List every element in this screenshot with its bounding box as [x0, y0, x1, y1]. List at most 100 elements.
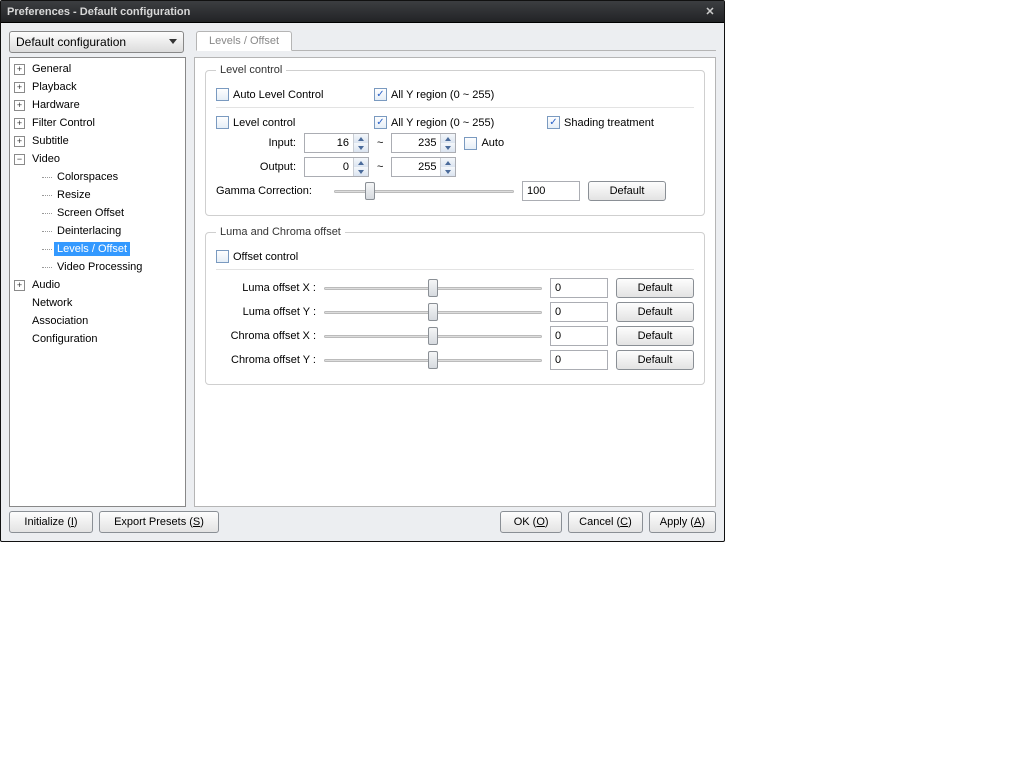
checkbox-icon — [464, 137, 477, 150]
tree-item-deinterlacing[interactable]: Deinterlacing — [10, 222, 185, 240]
checkbox-icon: ✓ — [374, 88, 387, 101]
luma-x-default-button[interactable]: Default — [616, 278, 694, 298]
offset-control-checkbox[interactable]: Offset control — [216, 250, 298, 263]
collapse-icon[interactable]: − — [14, 154, 25, 165]
close-icon[interactable]: ✕ — [702, 4, 718, 20]
chroma-y-slider[interactable] — [324, 351, 542, 369]
tree-item-video[interactable]: −Video — [10, 150, 185, 168]
spin-up-icon[interactable] — [354, 134, 368, 143]
luma-x-label: Luma offset X : — [216, 282, 316, 294]
tab-levels-offset[interactable]: Levels / Offset — [196, 31, 292, 51]
level-control-legend: Level control — [216, 64, 286, 76]
luma-y-default-button[interactable]: Default — [616, 302, 694, 322]
input-low-spinner[interactable] — [304, 133, 369, 153]
expand-icon[interactable]: + — [14, 280, 25, 291]
range-tilde: ~ — [377, 161, 383, 173]
luma-chroma-group: Luma and Chroma offset Offset control Lu… — [205, 226, 705, 385]
preset-dropdown-label: Default configuration — [16, 35, 126, 49]
tree-item-filter-control[interactable]: +Filter Control — [10, 114, 185, 132]
tabbar: Levels / Offset — [196, 31, 716, 51]
auto-level-checkbox[interactable]: Auto Level Control — [216, 88, 366, 101]
export-presets-button[interactable]: Export Presets (S) — [99, 511, 219, 533]
tree-item-audio[interactable]: +Audio — [10, 276, 185, 294]
tree-item-network[interactable]: Network — [10, 294, 185, 312]
luma-x-field[interactable] — [550, 278, 608, 298]
chroma-y-label: Chroma offset Y : — [216, 354, 316, 366]
expand-icon[interactable]: + — [14, 118, 25, 129]
auto-checkbox[interactable]: Auto — [464, 137, 504, 150]
tree-item-configuration[interactable]: Configuration — [10, 330, 185, 348]
output-high-spinner[interactable] — [391, 157, 456, 177]
tree-item-general[interactable]: +General — [10, 60, 185, 78]
chroma-x-field[interactable] — [550, 326, 608, 346]
expand-icon[interactable]: + — [14, 64, 25, 75]
expand-icon[interactable]: + — [14, 100, 25, 111]
input-low-field[interactable] — [305, 134, 353, 152]
output-low-field[interactable] — [305, 158, 353, 176]
input-label: Input: — [216, 137, 296, 149]
gamma-value-field[interactable] — [522, 181, 580, 201]
chroma-y-default-button[interactable]: Default — [616, 350, 694, 370]
chevron-down-icon — [169, 39, 177, 44]
output-label: Output: — [216, 161, 296, 173]
luma-x-slider[interactable] — [324, 279, 542, 297]
input-high-field[interactable] — [392, 134, 440, 152]
preferences-window: Preferences - Default configuration ✕ De… — [0, 0, 725, 542]
gamma-slider[interactable] — [334, 182, 514, 200]
tree-item-video-processing[interactable]: Video Processing — [10, 258, 185, 276]
spin-up-icon[interactable] — [354, 158, 368, 167]
all-y-region-checkbox-2[interactable]: ✓ All Y region (0 ~ 255) — [374, 116, 539, 129]
apply-button[interactable]: Apply (A) — [649, 511, 716, 533]
shading-treatment-checkbox[interactable]: ✓ Shading treatment — [547, 116, 654, 129]
spin-up-icon[interactable] — [441, 158, 455, 167]
range-tilde: ~ — [377, 137, 383, 149]
level-control-group: Level control Auto Level Control ✓ All Y… — [205, 64, 705, 216]
checkbox-icon — [216, 250, 229, 263]
cancel-button[interactable]: Cancel (C) — [568, 511, 643, 533]
tree-item-screen-offset[interactable]: Screen Offset — [10, 204, 185, 222]
spin-down-icon[interactable] — [441, 167, 455, 176]
initialize-button[interactable]: Initialize (I) — [9, 511, 93, 533]
spin-up-icon[interactable] — [441, 134, 455, 143]
checkbox-icon — [216, 116, 229, 129]
tree-item-hardware[interactable]: +Hardware — [10, 96, 185, 114]
content-area: Default configuration Levels / Offset +G… — [1, 23, 724, 541]
tab-label: Levels / Offset — [209, 35, 279, 47]
tree-item-subtitle[interactable]: +Subtitle — [10, 132, 185, 150]
level-control-checkbox[interactable]: Level control — [216, 116, 366, 129]
tree-item-resize[interactable]: Resize — [10, 186, 185, 204]
titlebar[interactable]: Preferences - Default configuration ✕ — [1, 1, 724, 23]
spin-down-icon[interactable] — [354, 167, 368, 176]
checkbox-icon: ✓ — [547, 116, 560, 129]
input-high-spinner[interactable] — [391, 133, 456, 153]
luma-y-slider[interactable] — [324, 303, 542, 321]
tree-item-association[interactable]: Association — [10, 312, 185, 330]
divider — [216, 107, 694, 108]
chroma-y-field[interactable] — [550, 350, 608, 370]
ok-button[interactable]: OK (O) — [500, 511, 562, 533]
output-high-field[interactable] — [392, 158, 440, 176]
bottom-button-bar: Initialize (I) Export Presets (S) OK (O)… — [9, 507, 716, 533]
tree-item-playback[interactable]: +Playback — [10, 78, 185, 96]
chroma-x-label: Chroma offset X : — [216, 330, 316, 342]
checkbox-icon: ✓ — [374, 116, 387, 129]
expand-icon[interactable]: + — [14, 136, 25, 147]
settings-panel: Level control Auto Level Control ✓ All Y… — [194, 57, 716, 507]
output-low-spinner[interactable] — [304, 157, 369, 177]
chroma-x-default-button[interactable]: Default — [616, 326, 694, 346]
divider — [216, 269, 694, 270]
spin-down-icon[interactable] — [441, 143, 455, 152]
luma-y-field[interactable] — [550, 302, 608, 322]
all-y-region-checkbox-1[interactable]: ✓ All Y region (0 ~ 255) — [374, 88, 494, 101]
expand-icon[interactable]: + — [14, 82, 25, 93]
luma-chroma-legend: Luma and Chroma offset — [216, 226, 345, 238]
category-tree[interactable]: +General +Playback +Hardware +Filter Con… — [9, 57, 186, 507]
tree-item-levels-offset[interactable]: Levels / Offset — [10, 240, 185, 258]
spin-down-icon[interactable] — [354, 143, 368, 152]
checkbox-icon — [216, 88, 229, 101]
tree-item-colorspaces[interactable]: Colorspaces — [10, 168, 185, 186]
preset-dropdown[interactable]: Default configuration — [9, 31, 184, 53]
gamma-label: Gamma Correction: — [216, 185, 326, 197]
chroma-x-slider[interactable] — [324, 327, 542, 345]
gamma-default-button[interactable]: Default — [588, 181, 666, 201]
